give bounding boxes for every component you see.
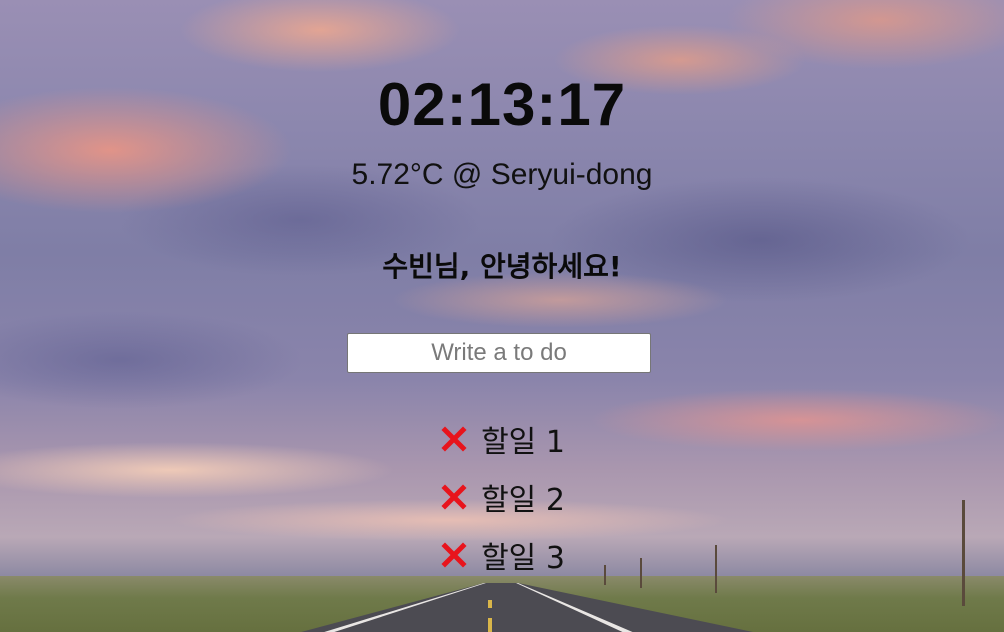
close-icon: [441, 542, 467, 568]
close-icon: [441, 484, 467, 510]
close-icon: [441, 426, 467, 452]
main-content: 02:13:17 5.72°C @ Seryui-dong 수빈님, 안녕하세요…: [0, 0, 1004, 632]
list-item: 할일 1: [0, 410, 1004, 468]
delete-todo-button[interactable]: [439, 540, 469, 570]
todo-text: 할일 3: [481, 541, 565, 576]
todo-text: 할일 1: [481, 425, 565, 460]
todo-text: 할일 2: [481, 483, 565, 518]
delete-todo-button[interactable]: [439, 482, 469, 512]
weather-info: 5.72°C @ Seryui-dong: [351, 158, 653, 191]
todo-list: 할일 1 할일 2 할일 3: [0, 410, 1004, 584]
todo-input[interactable]: [347, 333, 651, 373]
delete-todo-button[interactable]: [439, 424, 469, 454]
greeting: 수빈님, 안녕하세요!: [382, 250, 622, 283]
clock: 02:13:17: [377, 71, 627, 138]
list-item: 할일 3: [0, 526, 1004, 584]
todo-form: [347, 333, 651, 373]
list-item: 할일 2: [0, 468, 1004, 526]
